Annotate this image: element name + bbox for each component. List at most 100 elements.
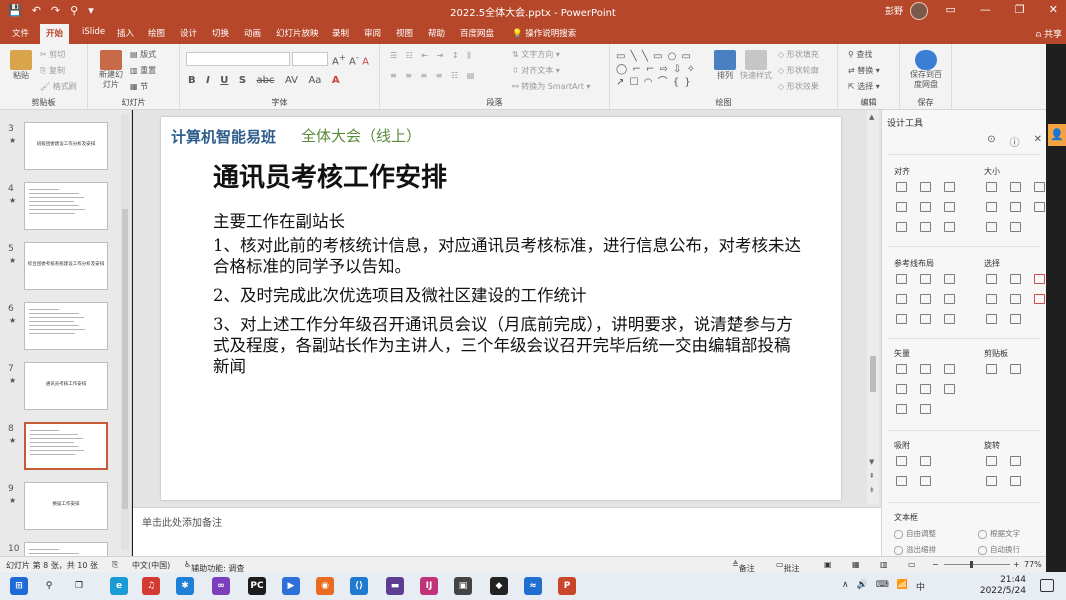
pycharm-icon[interactable]: PC [248, 577, 266, 595]
next-slide-icon[interactable]: ⇟ [869, 486, 875, 494]
tab-islide[interactable]: iSlide [82, 27, 105, 37]
vscode-icon[interactable]: ⟨⟩ [350, 577, 368, 595]
align-center-icon[interactable] [920, 182, 931, 192]
distribute-h-icon[interactable] [896, 222, 907, 232]
stretch-right-icon[interactable] [1010, 202, 1021, 212]
thumbnail-scrollbar[interactable] [121, 114, 129, 550]
fragment-icon[interactable] [944, 364, 955, 374]
combine-icon[interactable] [920, 364, 931, 374]
select-same-icon[interactable] [1010, 274, 1021, 284]
slide-thumbnail[interactable] [24, 422, 108, 470]
cut-button[interactable]: ✂ 剪切 [40, 49, 65, 60]
same-size-icon[interactable] [1034, 182, 1045, 192]
zoom-in-icon[interactable]: + [1013, 560, 1020, 569]
rotate-right-icon[interactable] [1010, 456, 1021, 466]
scrollbar-thumb[interactable] [122, 209, 128, 509]
snap-icon[interactable] [896, 456, 907, 466]
shape-outline-button[interactable]: ◇ 形状轮廓 [778, 65, 819, 76]
align-bottom-icon[interactable] [944, 202, 955, 212]
guide-icon[interactable] [896, 314, 907, 324]
flip-h-icon[interactable] [1010, 476, 1021, 486]
notes-toggle[interactable]: ≜ 备注 [732, 560, 755, 573]
powerpoint-icon[interactable]: P [558, 577, 576, 595]
auto-fit-option[interactable]: 自由调整 [894, 528, 936, 539]
tell-me-search[interactable]: 💡 操作说明搜索 [512, 27, 576, 39]
app-blue-icon[interactable]: ▶ [282, 577, 300, 595]
font-size-buttons[interactable]: A+ A- A [332, 52, 369, 67]
guide-icon[interactable] [944, 294, 955, 304]
reading-view-icon[interactable]: ▥ [880, 560, 888, 569]
shadow-button[interactable]: S [239, 75, 246, 86]
network-icon[interactable]: 📶 [897, 580, 908, 593]
scroll-up-icon[interactable]: ▲ [869, 113, 874, 121]
select-icon[interactable] [1010, 294, 1021, 304]
slideshow-icon[interactable]: ▭ [908, 560, 916, 569]
stretch-bottom-icon[interactable] [986, 222, 997, 232]
tab-record[interactable]: 录制 [332, 27, 349, 39]
stretch-left-icon[interactable] [986, 202, 997, 212]
align-right-icon[interactable] [944, 182, 955, 192]
guide-icon[interactable] [896, 294, 907, 304]
visual-studio-icon[interactable]: ∞ [212, 577, 230, 595]
copy-style-icon[interactable] [986, 364, 997, 374]
user-name[interactable]: 彭野 [885, 4, 903, 17]
intersect-icon[interactable] [896, 384, 907, 394]
keyboard-icon[interactable]: ⌨ [876, 580, 889, 593]
text-shape-icon[interactable] [896, 404, 907, 414]
zoom-level[interactable]: 77% [1024, 560, 1042, 569]
search-icon[interactable]: ⚲ [40, 577, 58, 595]
paste-button[interactable]: 粘贴 [10, 50, 32, 81]
spellcheck-icon[interactable]: ⎘ [112, 560, 118, 570]
new-slide-button[interactable]: 新建幻灯片 [96, 50, 126, 90]
bold-button[interactable]: B [188, 75, 196, 86]
language-indicator[interactable]: 中文(中国) [132, 560, 170, 571]
align-buttons[interactable]: ≡ ≡ ≡ ≡ ☷ ▤ [390, 71, 477, 80]
flip-v-icon[interactable] [986, 476, 997, 486]
copy-button[interactable]: ⎘ 复制 [40, 65, 65, 76]
help-icon[interactable]: ⓘ [1010, 134, 1020, 149]
slide-canvas[interactable]: 计算机智能易班 全体大会（线上） 通讯员考核工作安排 主要工作在副站长 1、核对… [161, 117, 841, 500]
snap-icon[interactable] [896, 476, 907, 486]
accessibility-status[interactable]: ♿ 辅助功能: 调查 [184, 560, 244, 573]
guide-icon[interactable] [920, 314, 931, 324]
align-text-button[interactable]: ⇳ 对齐文本 ▾ [512, 65, 560, 76]
slide-scrollbar[interactable]: ▲ ▼ ⇞ ⇟ [867, 110, 879, 504]
tab-baidu-netdisk[interactable]: 百度网盘 [460, 27, 494, 39]
shape-fill-button[interactable]: ◇ 形状填充 [778, 49, 819, 60]
normal-view-icon[interactable]: ▣ [824, 560, 832, 569]
slide-thumbnail[interactable] [24, 302, 108, 350]
tab-home[interactable]: 开始 [40, 24, 70, 44]
char-spacing-button[interactable]: AV [285, 75, 298, 86]
guide-icon[interactable] [944, 274, 955, 284]
app-star-icon[interactable]: ✱ [176, 577, 194, 595]
save-to-baidu-button[interactable]: 保存到百度网盘 [908, 50, 944, 90]
netease-music-icon[interactable]: ♫ [142, 577, 160, 595]
firefox-icon[interactable]: ◉ [316, 577, 334, 595]
clock[interactable]: 21:44 2022/5/24 [980, 575, 1026, 597]
scroll-down-icon[interactable]: ▼ [869, 458, 874, 466]
tab-file[interactable]: 文件 [12, 27, 29, 39]
close-pane-icon[interactable]: ✕ [1034, 134, 1042, 149]
person-icon[interactable]: 👤 [1048, 124, 1066, 146]
intellij-icon[interactable]: IJ [420, 577, 438, 595]
avatar[interactable] [910, 2, 928, 20]
reset-button[interactable]: ▥ 重置 [130, 65, 156, 76]
tab-help[interactable]: 帮助 [428, 27, 445, 39]
slide-thumbnail[interactable]: 通讯员考核工作安排 [24, 362, 108, 410]
tab-review[interactable]: 审阅 [364, 27, 381, 39]
close-icon[interactable]: ✕ [1049, 3, 1058, 16]
font-size-field[interactable] [292, 52, 328, 66]
fit-text-option[interactable]: 根据文字 [978, 528, 1020, 539]
italic-button[interactable]: I [206, 75, 210, 86]
underline-button[interactable]: U [220, 75, 228, 86]
select-icon[interactable] [986, 294, 997, 304]
slide-sorter-icon[interactable]: ▦ [852, 560, 860, 569]
select-icon[interactable] [986, 314, 997, 324]
restore-icon[interactable]: ❐ [1015, 3, 1025, 16]
slide-meeting-label[interactable]: 全体大会（线上） [301, 125, 421, 146]
guide-icon[interactable] [920, 274, 931, 284]
select-similar-icon[interactable] [986, 274, 997, 284]
zoom-out-icon[interactable]: − [932, 560, 939, 569]
format-painter-button[interactable]: 🖌 格式刷 [40, 81, 77, 92]
slide-thumbnail[interactable] [24, 542, 108, 556]
